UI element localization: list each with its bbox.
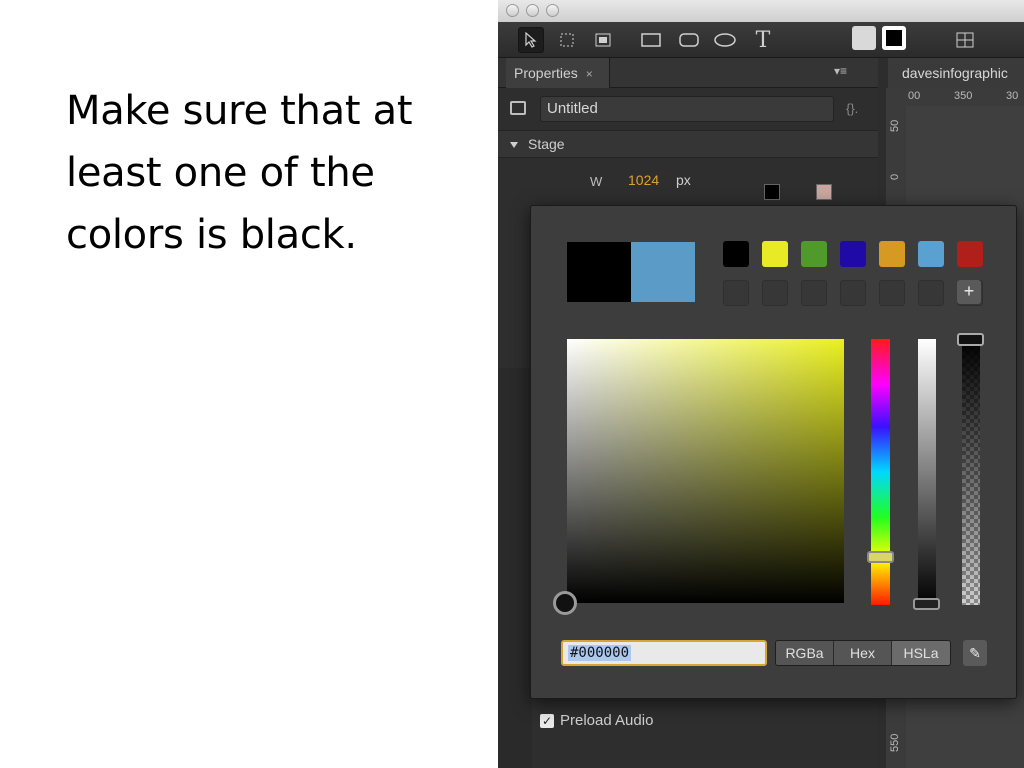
tab-document[interactable]: davesinfographic [888, 58, 1024, 88]
properties-panel-header: Properties × ▾≡ [498, 58, 878, 88]
stage-overflow-swatch[interactable] [816, 184, 832, 200]
window-close-button[interactable] [506, 4, 519, 17]
empty-swatch-slot[interactable] [723, 280, 749, 306]
tools-toolbar: T [498, 22, 1024, 58]
tab-properties[interactable]: Properties × [506, 58, 610, 88]
ruler-tick-label: 350 [954, 90, 973, 102]
ruler-tick-label: 50 [889, 119, 901, 132]
empty-swatch-slot[interactable] [879, 280, 905, 306]
mode-hex-button[interactable]: Hex [834, 641, 892, 665]
luminance-slider[interactable] [918, 339, 936, 605]
stage-width-value[interactable]: 1024 [628, 172, 659, 188]
stage-icon [510, 101, 526, 115]
preset-color-swatch[interactable] [801, 241, 827, 267]
composition-name-field[interactable]: Untitled [540, 96, 834, 122]
add-swatch-button[interactable]: + [957, 280, 981, 304]
empty-swatch-slot[interactable] [762, 280, 788, 306]
saturation-value-handle[interactable] [553, 591, 577, 615]
transform-tool-icon[interactable] [554, 27, 580, 53]
preload-audio-checkbox[interactable]: ✓ Preload Audio [540, 712, 653, 729]
empty-swatch-slot[interactable] [840, 280, 866, 306]
hue-slider-handle[interactable] [867, 551, 894, 563]
ruler-tick-label: 30 [1006, 90, 1019, 102]
actions-braces-icon[interactable]: {}. [846, 101, 858, 116]
preset-color-swatch[interactable] [723, 241, 749, 267]
hue-slider[interactable] [871, 339, 890, 605]
saturation-value-field[interactable] [567, 339, 844, 603]
text-tool-icon[interactable]: T [750, 27, 776, 53]
slide-instruction-text: Make sure that at least one of the color… [66, 88, 413, 258]
hex-color-value: #000000 [568, 645, 632, 661]
panel-left-strip [498, 368, 532, 768]
horizontal-ruler: 00 350 30 [906, 88, 1024, 106]
preset-color-swatch[interactable] [879, 241, 905, 267]
preload-audio-label: Preload Audio [560, 712, 654, 729]
ruler-tick-label: 00 [908, 90, 921, 102]
eyedropper-icon[interactable]: ✎ [963, 640, 987, 666]
preset-color-swatch[interactable] [918, 241, 944, 267]
stage-fill-swatch[interactable] [764, 184, 780, 200]
ruler-tick-label: 550 [889, 733, 901, 752]
preset-color-swatch[interactable] [957, 241, 983, 267]
preset-color-swatch[interactable] [840, 241, 866, 267]
previous-color-swatch[interactable] [567, 242, 631, 302]
checkbox-checked-icon[interactable]: ✓ [540, 713, 554, 728]
tab-properties-label: Properties [514, 65, 578, 81]
window-titlebar [498, 0, 1024, 22]
ellipse-tool-icon[interactable] [712, 27, 738, 53]
new-color-swatch[interactable] [631, 242, 695, 302]
stage-width-label: W [590, 174, 603, 189]
color-picker-popover: + #000000 RGBa Hex HSLa ✎ [530, 205, 1017, 699]
stage-section-header[interactable]: Stage [498, 130, 878, 158]
stage-section-label: Stage [528, 136, 565, 152]
grid-tool-icon[interactable] [952, 27, 978, 53]
luminance-slider-handle[interactable] [913, 598, 940, 610]
mode-rgba-button[interactable]: RGBa [776, 641, 834, 665]
tab-close-icon[interactable]: × [586, 67, 593, 81]
clipping-tool-icon[interactable] [590, 27, 616, 53]
alpha-slider[interactable] [962, 339, 980, 605]
stroke-color-swatch[interactable] [882, 26, 906, 50]
alpha-slider-handle[interactable] [957, 333, 984, 346]
fill-color-swatch[interactable] [852, 26, 876, 50]
selection-tool-icon[interactable] [518, 27, 544, 53]
empty-swatch-slot[interactable] [918, 280, 944, 306]
mode-hsla-button[interactable]: HSLa [892, 641, 950, 665]
window-zoom-button[interactable] [546, 4, 559, 17]
disclosure-triangle-icon[interactable] [510, 142, 518, 148]
empty-swatch-slot[interactable] [801, 280, 827, 306]
rectangle-tool-icon[interactable] [638, 27, 664, 53]
ruler-tick-label: 0 [889, 173, 901, 180]
panel-menu-icon[interactable]: ▾≡ [834, 64, 847, 78]
preset-color-swatch[interactable] [762, 241, 788, 267]
stage-width-unit[interactable]: px [676, 172, 691, 188]
color-mode-toggle: RGBa Hex HSLa [775, 640, 951, 666]
rounded-rectangle-tool-icon[interactable] [676, 27, 702, 53]
window-minimize-button[interactable] [526, 4, 539, 17]
